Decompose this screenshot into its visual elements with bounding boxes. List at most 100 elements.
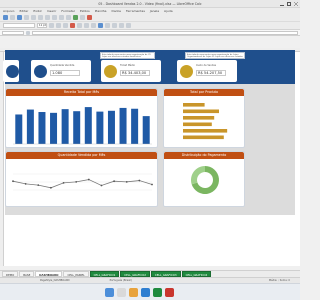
kpi-card-quantity: Quantidade Vendida 1.080 [31,60,91,82]
revenue-bar [50,112,58,144]
coin-stack-icon [180,65,193,78]
insert-chart-icon[interactable] [73,15,78,20]
product-chart-panel: Total por Produto [163,88,245,148]
revenue-bar [73,111,81,144]
print-icon[interactable] [31,15,36,20]
save-icon[interactable] [17,15,22,20]
minimize-icon[interactable] [280,2,284,6]
name-box[interactable] [2,30,24,35]
align-left-icon[interactable] [77,23,82,28]
undo-icon[interactable] [59,15,64,20]
revenue-bar [131,108,139,144]
kpi-value: R$ 54.207,50 [196,70,226,76]
font-size-select[interactable]: 11 pt [37,23,47,28]
menu-item-formatar[interactable]: Formatar [61,9,75,13]
kpi-card-partial [3,60,19,82]
menu-item-planilha[interactable]: Planilha [95,9,107,13]
browser-icon[interactable] [141,287,150,297]
revenue-bar [142,116,150,144]
font-name-select[interactable] [3,23,35,28]
maximize-icon[interactable] [287,2,291,6]
quantity-point [62,181,65,184]
menu-item-ajuda[interactable]: Ajuda [164,9,173,13]
search-icon[interactable] [117,287,126,297]
percent-icon[interactable] [119,23,124,28]
formula-input[interactable] [32,30,298,35]
calc-app-icon[interactable] [153,287,162,297]
quantity-point [100,184,103,187]
open-icon[interactable] [10,15,15,20]
payment-chart-panel: Distribuição do Pagamento [163,151,245,207]
start-icon[interactable] [105,287,114,297]
product-bar [183,116,215,120]
title-bar: 05 - Dashboard Vendas 2.0 - Vídeo (final… [0,0,300,8]
bold-icon[interactable] [49,23,54,28]
kpi-label: Ticket Médio [120,64,136,67]
new-document-icon[interactable] [3,15,8,20]
currency-icon[interactable] [112,23,117,28]
menu-item-janela[interactable]: Janela [150,9,159,13]
menu-item-arquivo[interactable]: Arquivo [3,9,14,13]
quantity-point [75,180,78,183]
kpi-label: Quantidade Vendida [50,64,75,67]
revenue-bar [26,109,34,144]
revenue-bar [61,109,69,144]
standard-toolbar [0,14,300,22]
paste-icon[interactable] [52,15,57,20]
menu-item-estilos[interactable]: Estilos [80,9,90,13]
revenue-bar [38,112,46,144]
window-title: 05 - Dashboard Vendas 2.0 - Vídeo (final… [98,1,202,6]
product-bar [183,129,228,133]
export-pdf-icon[interactable] [24,15,29,20]
product-chart [183,103,228,140]
insert-table-icon[interactable] [80,15,85,20]
product-bar [183,109,219,114]
menu-item-dados[interactable]: Dados [112,9,121,13]
revenue-bar [96,111,104,144]
window-controls [280,2,298,6]
insert-image-icon[interactable] [87,15,92,20]
function-wizard-icon[interactable] [26,30,30,35]
cut-icon[interactable] [38,15,43,20]
payment-chart [191,166,219,194]
align-center-icon[interactable] [84,23,89,28]
note-left: Esta tabela representa uma organização d… [100,52,155,59]
quantity-point [24,182,27,185]
borders-icon[interactable] [126,23,131,28]
revenue-bar [107,110,115,144]
quantity-point [125,180,128,183]
align-right-icon[interactable] [91,23,96,28]
dashboard: Esta tabela representa uma organização d… [3,50,295,215]
file-explorer-icon[interactable] [129,287,138,297]
media-icon[interactable] [165,287,174,297]
copy-icon[interactable] [45,15,50,20]
status-summary: Média: ; Soma: 0 [268,279,290,282]
note-right: Esta tabela representa uma organização d… [185,52,245,59]
formatting-toolbar: 11 pt [0,22,300,30]
menu-item-ferramentas[interactable]: Ferramentas [126,9,145,13]
revenue-bar [84,107,92,144]
revenue-chart-panel: Receita Total por Mês [5,88,158,148]
quantity-chart [12,173,153,191]
underline-icon[interactable] [63,23,68,28]
quantity-line [12,179,153,189]
menu-item-editar[interactable]: Editar [19,9,28,13]
italic-icon[interactable] [56,23,61,28]
kpi-value: R$ 34.403,00 [120,70,150,76]
menu-item-inserir[interactable]: Inserir [47,9,57,13]
coin-icon [104,65,117,78]
panel-title: Distribuição do Pagamento [164,152,244,159]
revenue-bar [119,107,127,144]
revenue-chart [13,107,152,145]
status-language: Português (Brasil) [109,279,132,282]
merge-cells-icon[interactable] [105,23,110,28]
redo-icon[interactable] [66,15,71,20]
row-headers[interactable] [0,52,4,266]
menu-item-exibir[interactable]: Exibir [33,9,41,13]
close-icon[interactable] [294,2,298,6]
wrap-text-icon[interactable] [98,23,103,28]
quantity-point [138,179,141,182]
cart-icon [34,65,47,78]
font-color-icon[interactable] [70,23,75,28]
quantity-chart-panel: Quantidade Vendida por Mês [5,151,158,207]
